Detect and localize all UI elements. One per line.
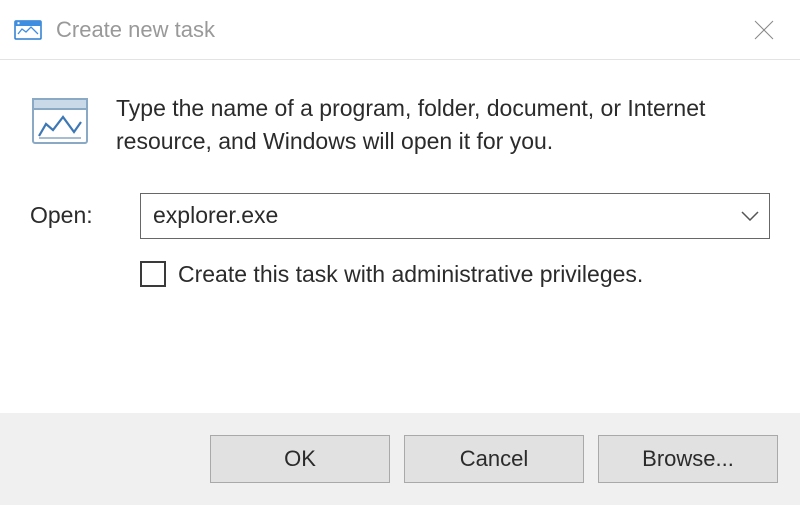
open-label: Open: (30, 202, 140, 229)
admin-checkbox-label[interactable]: Create this task with administrative pri… (178, 261, 643, 288)
dialog-body: Type the name of a program, folder, docu… (0, 60, 800, 413)
dialog-title: Create new task (56, 17, 742, 43)
titlebar: Create new task (0, 0, 800, 60)
close-icon (753, 19, 775, 41)
run-app-icon (14, 18, 42, 42)
prompt-text: Type the name of a program, folder, docu… (116, 88, 770, 159)
run-dialog-icon (30, 92, 90, 152)
create-new-task-dialog: Create new task Type the name of a progr… (0, 0, 800, 505)
dialog-footer: OK Cancel Browse... (0, 413, 800, 505)
open-combobox[interactable] (140, 193, 770, 239)
cancel-button[interactable]: Cancel (404, 435, 584, 483)
open-row: Open: (30, 193, 770, 239)
prompt-row: Type the name of a program, folder, docu… (30, 88, 770, 159)
close-button[interactable] (742, 8, 786, 52)
browse-button[interactable]: Browse... (598, 435, 778, 483)
ok-button[interactable]: OK (210, 435, 390, 483)
open-input[interactable] (140, 193, 770, 239)
admin-checkbox[interactable] (140, 261, 166, 287)
admin-row: Create this task with administrative pri… (140, 261, 770, 288)
